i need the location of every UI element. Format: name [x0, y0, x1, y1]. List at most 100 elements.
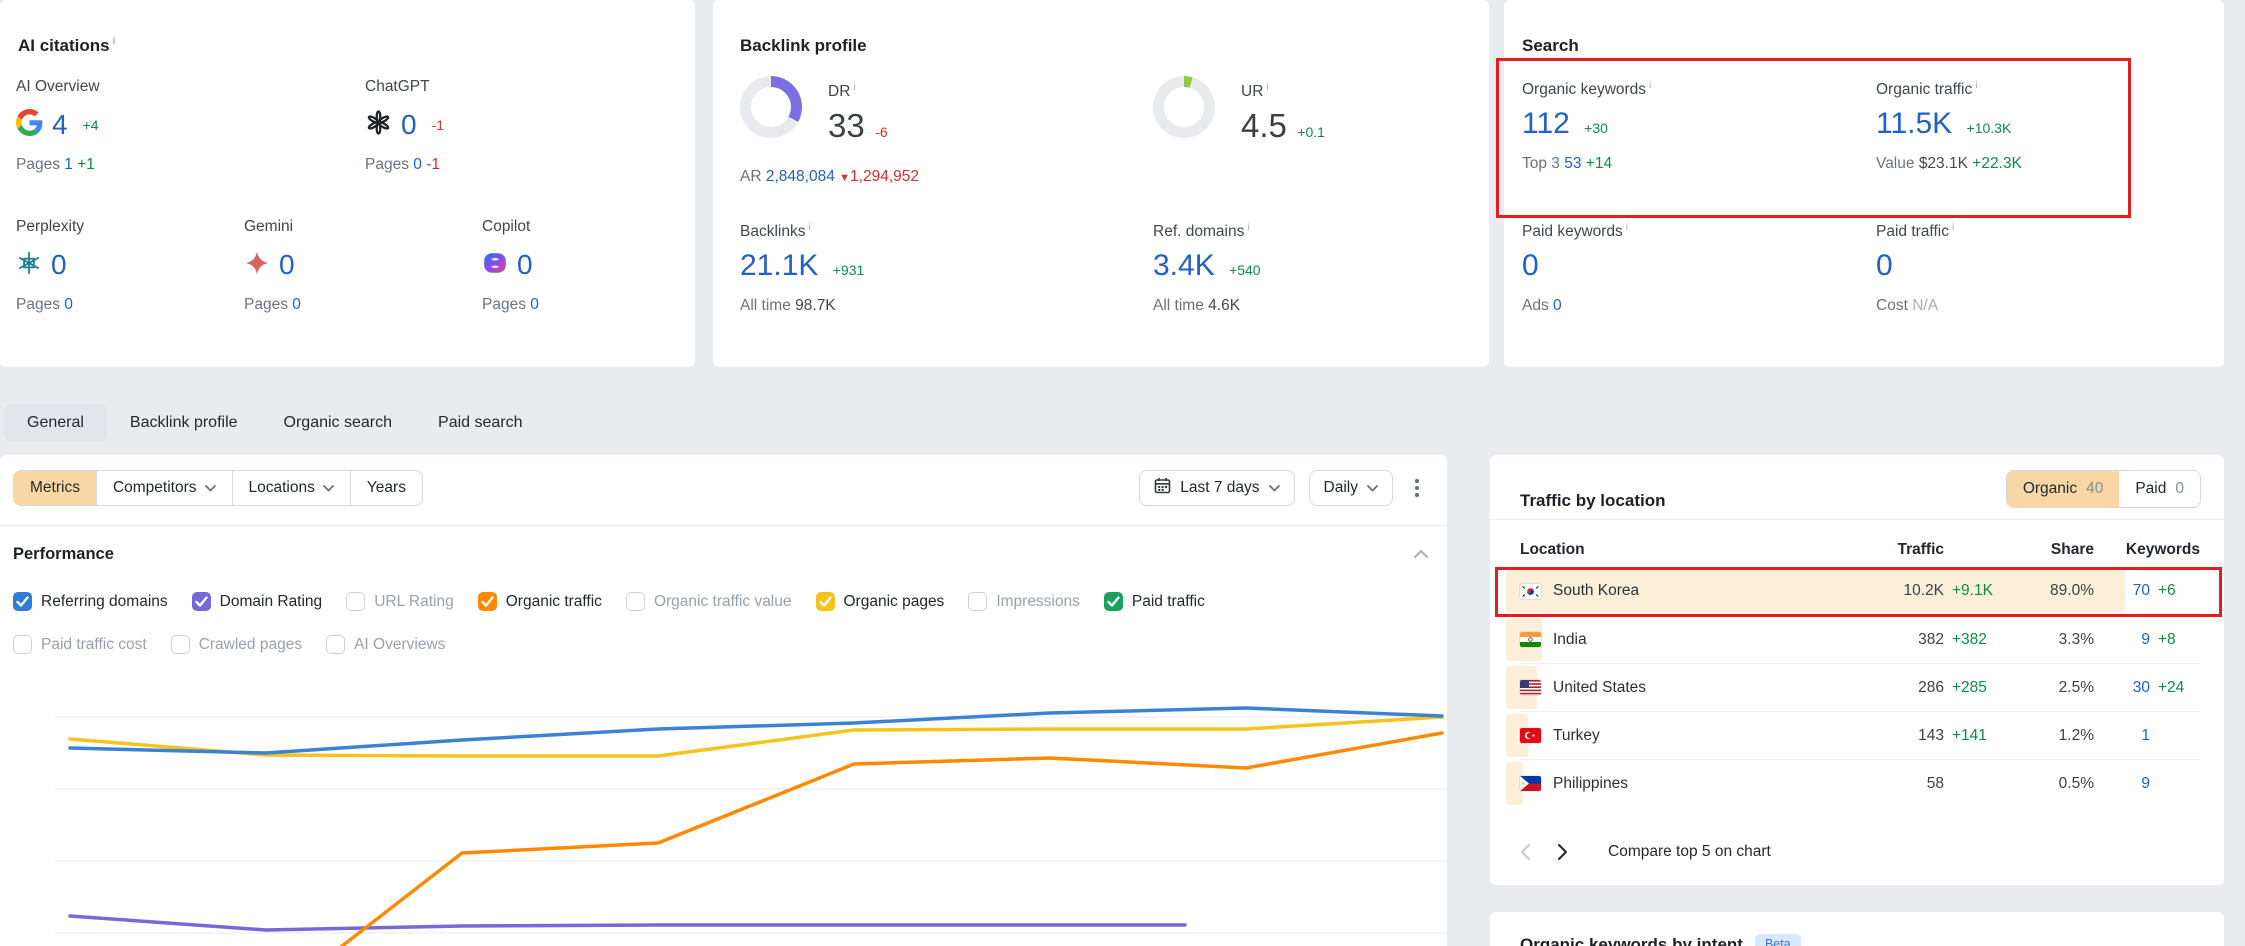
- competitors-filter-button[interactable]: Competitors: [96, 471, 232, 505]
- checkbox-domain-rating[interactable]: Domain Rating: [192, 592, 323, 611]
- search-card: Search Organic keywordsi 112 +30 Top 3 5…: [1504, 0, 2224, 367]
- search-title: Search: [1522, 36, 1579, 56]
- checkbox-paid-traffic[interactable]: Paid traffic: [1104, 592, 1205, 611]
- traffic-by-location-card: Traffic by location Organic 40 Paid 0 Lo…: [1490, 455, 2224, 885]
- google-icon: [16, 109, 43, 141]
- table-row-south-korea[interactable]: South Korea 10.2K +9.1K 89.0% 70 +6: [1520, 567, 2200, 615]
- ai-citations-card: AI citationsi AI Overview 4 +4 Pages 1: [0, 0, 695, 367]
- organic-traffic-value[interactable]: 11.5K: [1876, 107, 1952, 140]
- checkbox-icon: [478, 592, 497, 611]
- backlinks-stat: Backlinksi 21.1K +931 All time 98.7K: [740, 222, 864, 315]
- ur-delta: +0.1: [1297, 124, 1325, 140]
- page-next-chevron-icon[interactable]: [1557, 843, 1568, 861]
- metrics-filter-button[interactable]: Metrics: [14, 471, 96, 505]
- chevron-down-icon: [205, 479, 216, 497]
- divider: [1490, 519, 2224, 520]
- date-range-button[interactable]: Last 7 days: [1139, 470, 1294, 506]
- table-row-india[interactable]: India 382 +382 3.3% 9 +8: [1520, 615, 2200, 663]
- paid-keywords-stat: Paid keywordsi 0 Ads 0: [1522, 222, 1628, 315]
- tab-backlink-profile[interactable]: Backlink profile: [107, 404, 261, 442]
- tab-organic-search[interactable]: Organic search: [261, 404, 416, 442]
- page-previous-chevron-icon[interactable]: [1520, 843, 1531, 861]
- dr-stat: DRi 33 -6: [828, 82, 888, 145]
- toggle-paid[interactable]: Paid 0: [2119, 471, 2200, 507]
- ur-value: 4.5: [1241, 107, 1287, 144]
- flag-philippines-icon: [1520, 776, 1541, 791]
- metric-delta: -1: [432, 117, 444, 133]
- chatgpt-icon: [365, 109, 392, 141]
- checkbox-icon: [816, 592, 835, 611]
- metric-label: AI Overview: [16, 78, 346, 96]
- filter-segmented-control: Metrics Competitors Locations Years: [13, 470, 423, 506]
- flag-turkey-icon: [1520, 728, 1541, 743]
- checkbox-organic-traffic-value[interactable]: Organic traffic value: [626, 592, 792, 611]
- checkbox-organic-traffic[interactable]: Organic traffic: [478, 592, 602, 611]
- chart-toolbar: Metrics Competitors Locations Years Last…: [13, 470, 1427, 506]
- paid-keywords-value[interactable]: 0: [1522, 249, 1539, 282]
- ar-value[interactable]: 2,848,084: [766, 168, 835, 185]
- years-filter-button[interactable]: Years: [350, 471, 422, 505]
- locations-filter-button[interactable]: Locations: [232, 471, 350, 505]
- metric-ai-overview: AI Overview 4 +4 Pages 1 +1: [16, 78, 346, 174]
- metric-pages: Pages 1 +1: [16, 156, 346, 174]
- organic-traffic-stat: Organic traffici 11.5K +10.3K Value $23.…: [1876, 80, 2022, 173]
- copilot-icon: [482, 250, 508, 281]
- toggle-organic[interactable]: Organic 40: [2007, 471, 2120, 507]
- checkbox-icon: [13, 592, 32, 611]
- backlink-profile-title: Backlink profile: [740, 36, 867, 56]
- ur-donut-gauge: [1153, 76, 1215, 138]
- info-icon: i: [113, 36, 116, 47]
- organic-keywords-value[interactable]: 112: [1522, 107, 1570, 140]
- backlinks-value[interactable]: 21.1K: [740, 249, 818, 282]
- backlinks-delta: +931: [833, 262, 865, 278]
- paid-traffic-stat: Paid traffici 0 Cost N/A: [1876, 222, 1954, 315]
- table-row-turkey[interactable]: Turkey 143 +141 1.2% 1: [1520, 711, 2200, 759]
- table-row-philippines[interactable]: Philippines 58 0.5% 9: [1520, 759, 2200, 807]
- performance-title: Performance: [13, 545, 114, 564]
- metric-checkbox-row-1: Referring domains Domain Rating URL Rati…: [13, 592, 1205, 611]
- checkbox-organic-pages[interactable]: Organic pages: [816, 592, 945, 611]
- metric-pages: Pages 0: [244, 296, 464, 314]
- checkbox-referring-domains[interactable]: Referring domains: [13, 592, 168, 611]
- triangle-down-icon: ▼: [839, 172, 850, 184]
- metric-pages: Pages 0 -1: [365, 156, 695, 174]
- location-table-header: Location Traffic Share Keywords: [1520, 533, 2200, 567]
- checkbox-url-rating[interactable]: URL Rating: [346, 592, 454, 611]
- info-icon: i: [853, 82, 855, 93]
- metric-value: 0: [517, 249, 533, 281]
- metric-label: ChatGPT: [365, 78, 695, 96]
- more-options-kebab-icon[interactable]: [1407, 473, 1427, 503]
- compare-top5-link[interactable]: Compare top 5 on chart: [1608, 843, 1771, 861]
- metric-pages: Pages 0: [482, 296, 672, 314]
- ar-delta: 1,294,952: [850, 168, 919, 185]
- table-row-united-states[interactable]: United States 286 +285 2.5% 30 +24: [1520, 663, 2200, 711]
- tab-paid-search[interactable]: Paid search: [415, 404, 546, 442]
- keywords-by-intent-card: Organic keywords by intentBeta: [1490, 912, 2224, 946]
- performance-line-chart[interactable]: [0, 650, 1447, 946]
- ar-stat: AR 2,848,084 ▼1,294,952: [740, 168, 919, 186]
- tab-general[interactable]: General: [4, 404, 107, 442]
- section-tabs: General Backlink profile Organic search …: [4, 400, 546, 446]
- checkbox-icon: [968, 592, 987, 611]
- checkbox-icon: [346, 592, 365, 611]
- collapse-chevron-up-icon[interactable]: [1413, 546, 1429, 564]
- dashboard-page: AI citationsi AI Overview 4 +4 Pages 1: [0, 0, 2245, 946]
- ref-domains-delta: +540: [1229, 262, 1261, 278]
- chevron-down-icon: [1367, 479, 1378, 497]
- metric-value: 0: [51, 249, 67, 281]
- metric-copilot: Copilot 0: [482, 218, 672, 314]
- flag-united-states-icon: [1520, 680, 1541, 695]
- checkbox-impressions[interactable]: Impressions: [968, 592, 1080, 611]
- info-icon: i: [1266, 82, 1268, 93]
- info-icon: i: [1975, 80, 1977, 91]
- metric-value: 4: [52, 109, 68, 141]
- granularity-button[interactable]: Daily: [1309, 470, 1393, 506]
- ur-stat: URi 4.5 +0.1: [1241, 82, 1325, 145]
- ai-citations-title: AI citationsi: [18, 36, 115, 56]
- paid-traffic-value[interactable]: 0: [1876, 249, 1893, 282]
- ref-domains-value[interactable]: 3.4K: [1153, 249, 1215, 282]
- metric-value: 0: [401, 109, 417, 141]
- chevron-down-icon: [323, 479, 334, 497]
- metric-gemini: Gemini 0 Pages 0: [244, 218, 464, 314]
- info-icon: i: [808, 222, 810, 233]
